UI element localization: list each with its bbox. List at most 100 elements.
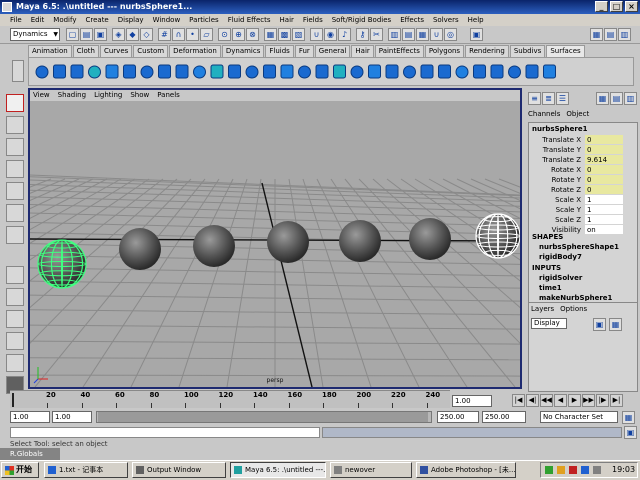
snap-plane-icon[interactable]: ▱ — [200, 28, 213, 41]
outliner-layout-icon[interactable] — [6, 332, 24, 350]
output-ops-icon[interactable]: ⊗ — [246, 28, 259, 41]
square-surface-icon[interactable] — [280, 64, 294, 79]
planar-icon[interactable] — [210, 64, 224, 79]
render-frame-icon[interactable]: ▦ — [264, 28, 277, 41]
cut-icon[interactable]: ✂ — [370, 28, 383, 41]
select-tool-icon[interactable] — [6, 94, 24, 112]
shelf-tab-fluids[interactable]: Fluids — [265, 45, 294, 57]
menu-soft-rigid-bodies[interactable]: Soft/Rigid Bodies — [332, 14, 391, 26]
taskbar-item[interactable]: Output Window — [132, 462, 226, 478]
move-tool-icon[interactable] — [6, 160, 24, 178]
menu-file[interactable]: File — [10, 14, 22, 26]
object-name[interactable]: nurbsSphere1 — [532, 125, 587, 133]
paint-select-tool-icon[interactable] — [6, 138, 24, 156]
viewport-menu-panels[interactable]: Panels — [157, 90, 180, 101]
channel-row[interactable]: Rotate Y 0 — [529, 175, 639, 185]
channel-row[interactable]: Translate Y 0 — [529, 145, 639, 155]
shelf-tab-general[interactable]: General — [314, 45, 351, 57]
nurbs-sphere[interactable] — [339, 220, 381, 262]
nurbs-sphere[interactable] — [475, 213, 520, 259]
menu-edit[interactable]: Edit — [31, 14, 45, 26]
rotate-tool-icon[interactable] — [6, 182, 24, 200]
menu-modify[interactable]: Modify — [53, 14, 76, 26]
layer-type-dropdown[interactable]: Display — [531, 318, 567, 329]
taskbar-item[interactable]: Adobe Photoshop - [未... — [416, 462, 516, 478]
snap-point-icon[interactable]: • — [186, 28, 199, 41]
time-slider[interactable]: 20 40 60 80 100 120 140 160 180 200 220 240 — [10, 390, 450, 408]
maximize-button[interactable]: □ — [610, 1, 623, 12]
sculpt-icon[interactable] — [543, 64, 556, 79]
channel-row[interactable]: Scale Z 1 — [529, 215, 639, 225]
input-ops-icon[interactable]: ⊕ — [232, 28, 245, 41]
animation-start-field[interactable]: 1.00 — [10, 411, 50, 423]
attribute-editor-icon[interactable]: ▥ — [388, 28, 401, 41]
revolve-icon[interactable] — [175, 64, 189, 79]
four-pane-layout-icon[interactable] — [6, 288, 24, 306]
new-layer-icon[interactable]: ▣ — [593, 318, 606, 331]
detach-icon[interactable] — [403, 65, 416, 79]
playback-button[interactable]: ▶| — [610, 394, 623, 407]
minimize-button[interactable]: _ — [595, 1, 608, 12]
shelf-tab-hair[interactable]: Hair — [351, 45, 374, 57]
snap-curve-icon[interactable]: ∩ — [172, 28, 185, 41]
manipulator-tool-icon[interactable] — [6, 226, 24, 244]
tool-settings-toggle-icon[interactable]: ▤ — [604, 28, 617, 41]
playback-button[interactable]: ◀ — [554, 394, 567, 407]
character-set-dropdown[interactable]: No Character Set — [540, 411, 618, 423]
menu-help[interactable]: Help — [468, 14, 484, 26]
history-icon[interactable]: ⊙ — [218, 28, 231, 41]
channel-list-icon[interactable]: ≡ — [528, 92, 541, 105]
menu-create[interactable]: Create — [85, 14, 108, 26]
menu-fluid-effects[interactable]: Fluid Effects — [228, 14, 271, 26]
project-curve-icon[interactable] — [315, 64, 329, 79]
menu-solvers[interactable]: Solvers — [433, 14, 459, 26]
taskbar-item[interactable]: Maya 6.5: .\untitled ---... — [230, 462, 326, 478]
shape-item[interactable]: nurbsSphereShape1 — [539, 243, 619, 251]
new-scene-icon[interactable]: ▢ — [66, 28, 79, 41]
channel-value-field[interactable]: 9.614 — [585, 155, 623, 164]
shelf-tab-animation[interactable]: Animation — [28, 45, 72, 57]
align-icon[interactable] — [420, 64, 434, 79]
playback-start-field[interactable]: 1.00 — [52, 411, 92, 423]
mode-selector-dropdown[interactable]: Dynamics — [10, 28, 60, 41]
channel-row[interactable]: Translate Z 9.614 — [529, 155, 639, 165]
tab-layers[interactable]: Layers — [531, 305, 554, 313]
menu-hair[interactable]: Hair — [280, 14, 294, 26]
shelf-tab-deformation[interactable]: Deformation — [169, 45, 221, 57]
magnet-snap-icon[interactable]: ∪ — [430, 28, 443, 41]
channel-box-icon[interactable]: ▦ — [416, 28, 429, 41]
render-globals-minimized-window[interactable]: R.Globals — [0, 448, 60, 460]
network-icon[interactable] — [545, 466, 553, 474]
shelf-tab-dynamics[interactable]: Dynamics — [221, 45, 265, 57]
window-title-bar[interactable]: Maya 6.5: .\untitled --- nurbsSphere1...… — [0, 0, 640, 14]
graph-layout-icon[interactable] — [6, 354, 24, 372]
tab-options[interactable]: Options — [560, 305, 587, 313]
playback-button[interactable]: ▶ — [568, 394, 581, 407]
channel-value-field[interactable]: 0 — [585, 135, 623, 144]
input-item[interactable]: time1 — [539, 284, 562, 292]
lock-icon[interactable]: ◉ — [324, 28, 337, 41]
attribute-editor-panel-icon[interactable]: ▤ — [610, 92, 623, 105]
shelf-tab-polygons[interactable]: Polygons — [424, 45, 465, 57]
nurbs-torus-icon[interactable] — [123, 64, 136, 79]
menu-effects[interactable]: Effects — [400, 14, 424, 26]
channel-row[interactable]: Scale Y 1 — [529, 205, 639, 215]
nurbs-sphere[interactable] — [267, 221, 309, 263]
boundary-icon[interactable] — [263, 64, 276, 79]
shape-item[interactable]: rigidBody7 — [539, 253, 582, 261]
select-hierarchy-icon[interactable]: ◈ — [112, 28, 125, 41]
birail-icon[interactable] — [245, 65, 259, 79]
save-scene-icon[interactable]: ▣ — [94, 28, 107, 41]
intersect-icon[interactable] — [333, 64, 346, 79]
menu-display[interactable]: Display — [118, 14, 144, 26]
close-button[interactable]: × — [625, 1, 638, 12]
scale-tool-icon[interactable] — [6, 204, 24, 222]
channel-value-field[interactable]: 0 — [585, 185, 623, 194]
menu-fields[interactable]: Fields — [303, 14, 323, 26]
open-scene-icon[interactable]: ▤ — [80, 28, 93, 41]
shelf-tab-cloth[interactable]: Cloth — [72, 45, 99, 57]
insert-isoparm-icon[interactable] — [455, 65, 469, 79]
nurbs-plane-icon[interactable] — [105, 64, 119, 79]
nurbs-cylinder-icon[interactable] — [70, 64, 84, 79]
animation-end-field[interactable]: 250.00 — [482, 411, 526, 423]
